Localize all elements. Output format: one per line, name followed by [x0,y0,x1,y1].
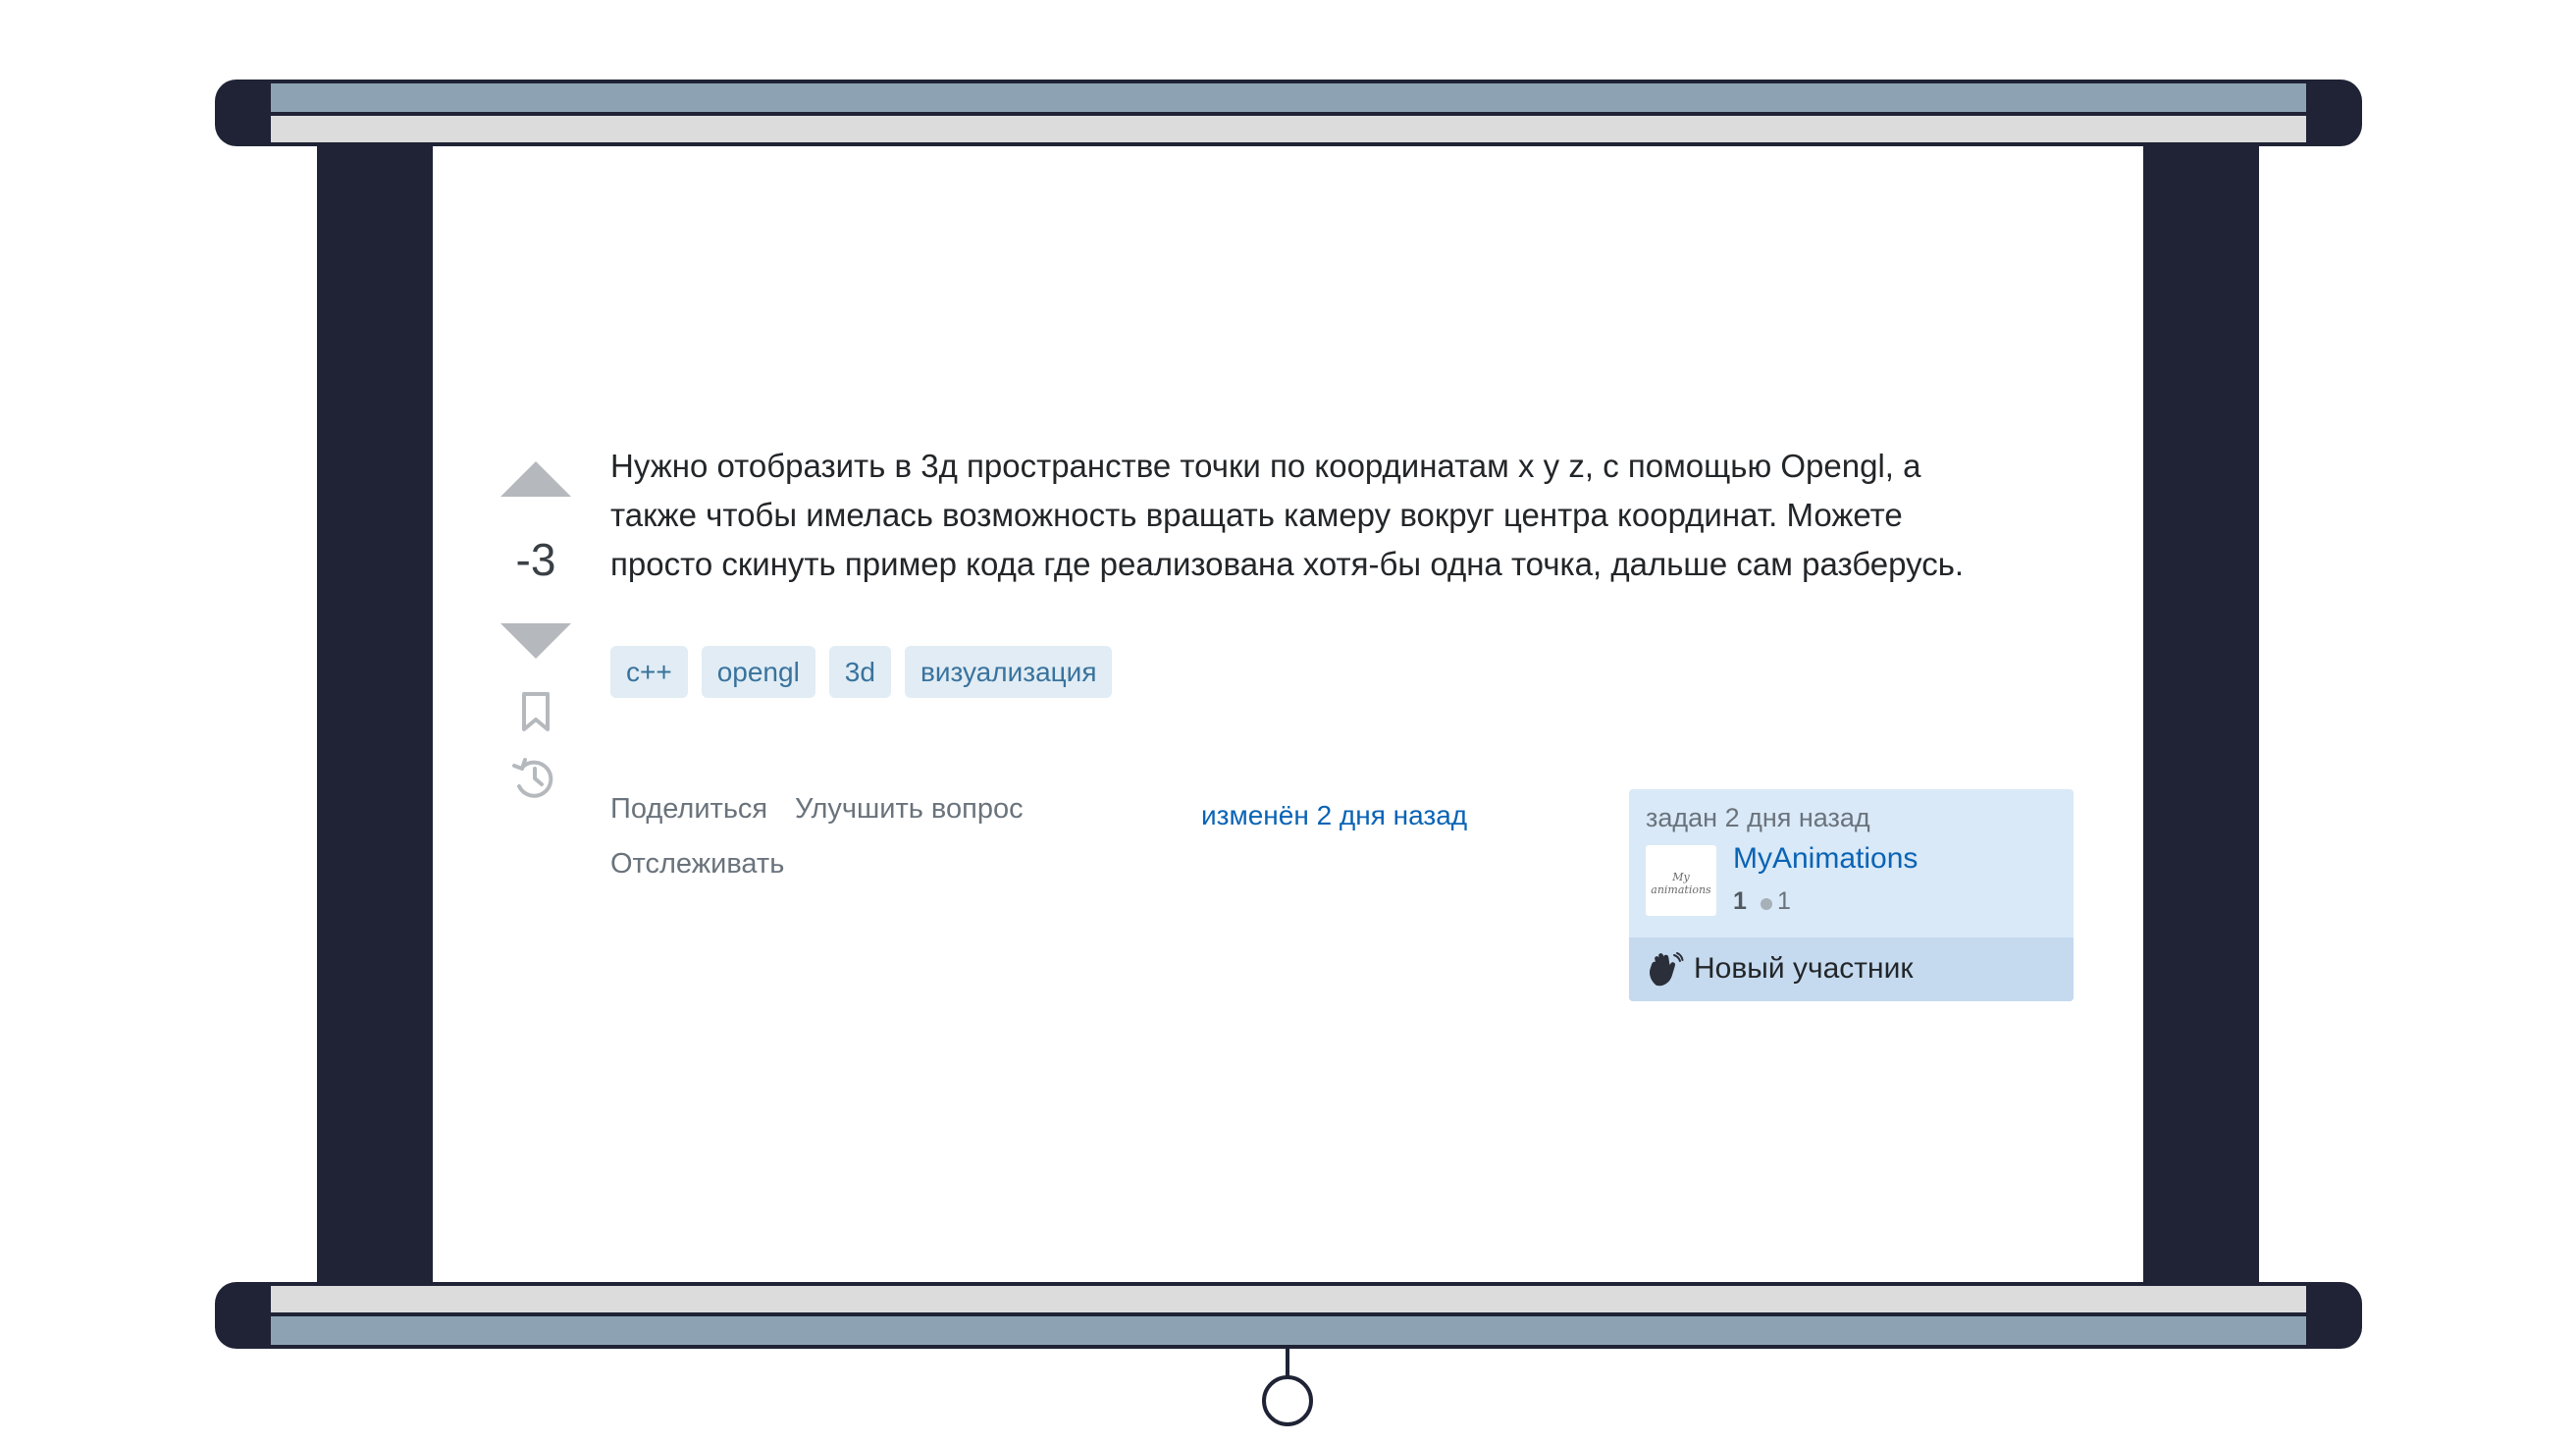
pull-ring[interactable] [1262,1375,1313,1426]
roller-stripe [271,1316,2306,1345]
new-contributor-label: Новый участник [1694,952,1914,985]
waving-hand-icon [1650,952,1684,987]
reputation-score: 1 [1733,887,1747,915]
asked-time: задан 2 дня назад [1646,803,1870,832]
tag-list: c++ opengl 3d визуализация [610,646,1113,698]
follow-link[interactable]: Отслеживать [610,848,784,881]
owner-username[interactable]: MyAnimations [1733,842,1918,876]
bronze-badge-count: 1 [1777,887,1791,915]
history-icon[interactable] [510,754,559,803]
owner-card: задан 2 дня назад My animations MyAnimat… [1629,789,2074,1001]
screen-right-post [2143,146,2259,1282]
bookmark-icon[interactable] [518,690,553,733]
roller-stripe [271,83,2306,112]
bronze-badge-icon [1761,898,1772,910]
share-link[interactable]: Поделиться [610,793,767,826]
question-body: Нужно отобразить в 3д пространстве точки… [610,442,2082,589]
screen-top-roller [215,80,2362,146]
tag-visualization[interactable]: визуализация [904,646,1113,698]
screen-left-post [317,146,433,1282]
downvote-button[interactable] [500,623,571,659]
new-contributor-banner[interactable]: Новый участник [1629,937,2074,1001]
question-body-line: просто скинуть пример кода где реализова… [610,546,1965,582]
tag-opengl[interactable]: opengl [701,646,815,698]
edited-link[interactable]: изменён 2 дня назад [1201,800,1467,831]
vote-count: -3 [515,534,556,585]
tag-3d[interactable]: 3d [828,646,891,698]
avatar-signature: My animations [1651,871,1711,896]
avatar[interactable]: My animations [1646,845,1716,916]
question-body-line: Нужно отобразить в 3д пространстве точки… [610,448,1921,484]
improve-question-link[interactable]: Улучшить вопрос [795,793,1024,826]
roller-stripe [271,1286,2306,1312]
roller-stripe [271,116,2306,142]
question-body-line: также чтобы имелась возможность вращать … [610,497,1903,533]
upvote-button[interactable] [500,461,571,497]
tag-cpp[interactable]: c++ [610,646,688,698]
screen-bottom-roller [215,1282,2362,1349]
